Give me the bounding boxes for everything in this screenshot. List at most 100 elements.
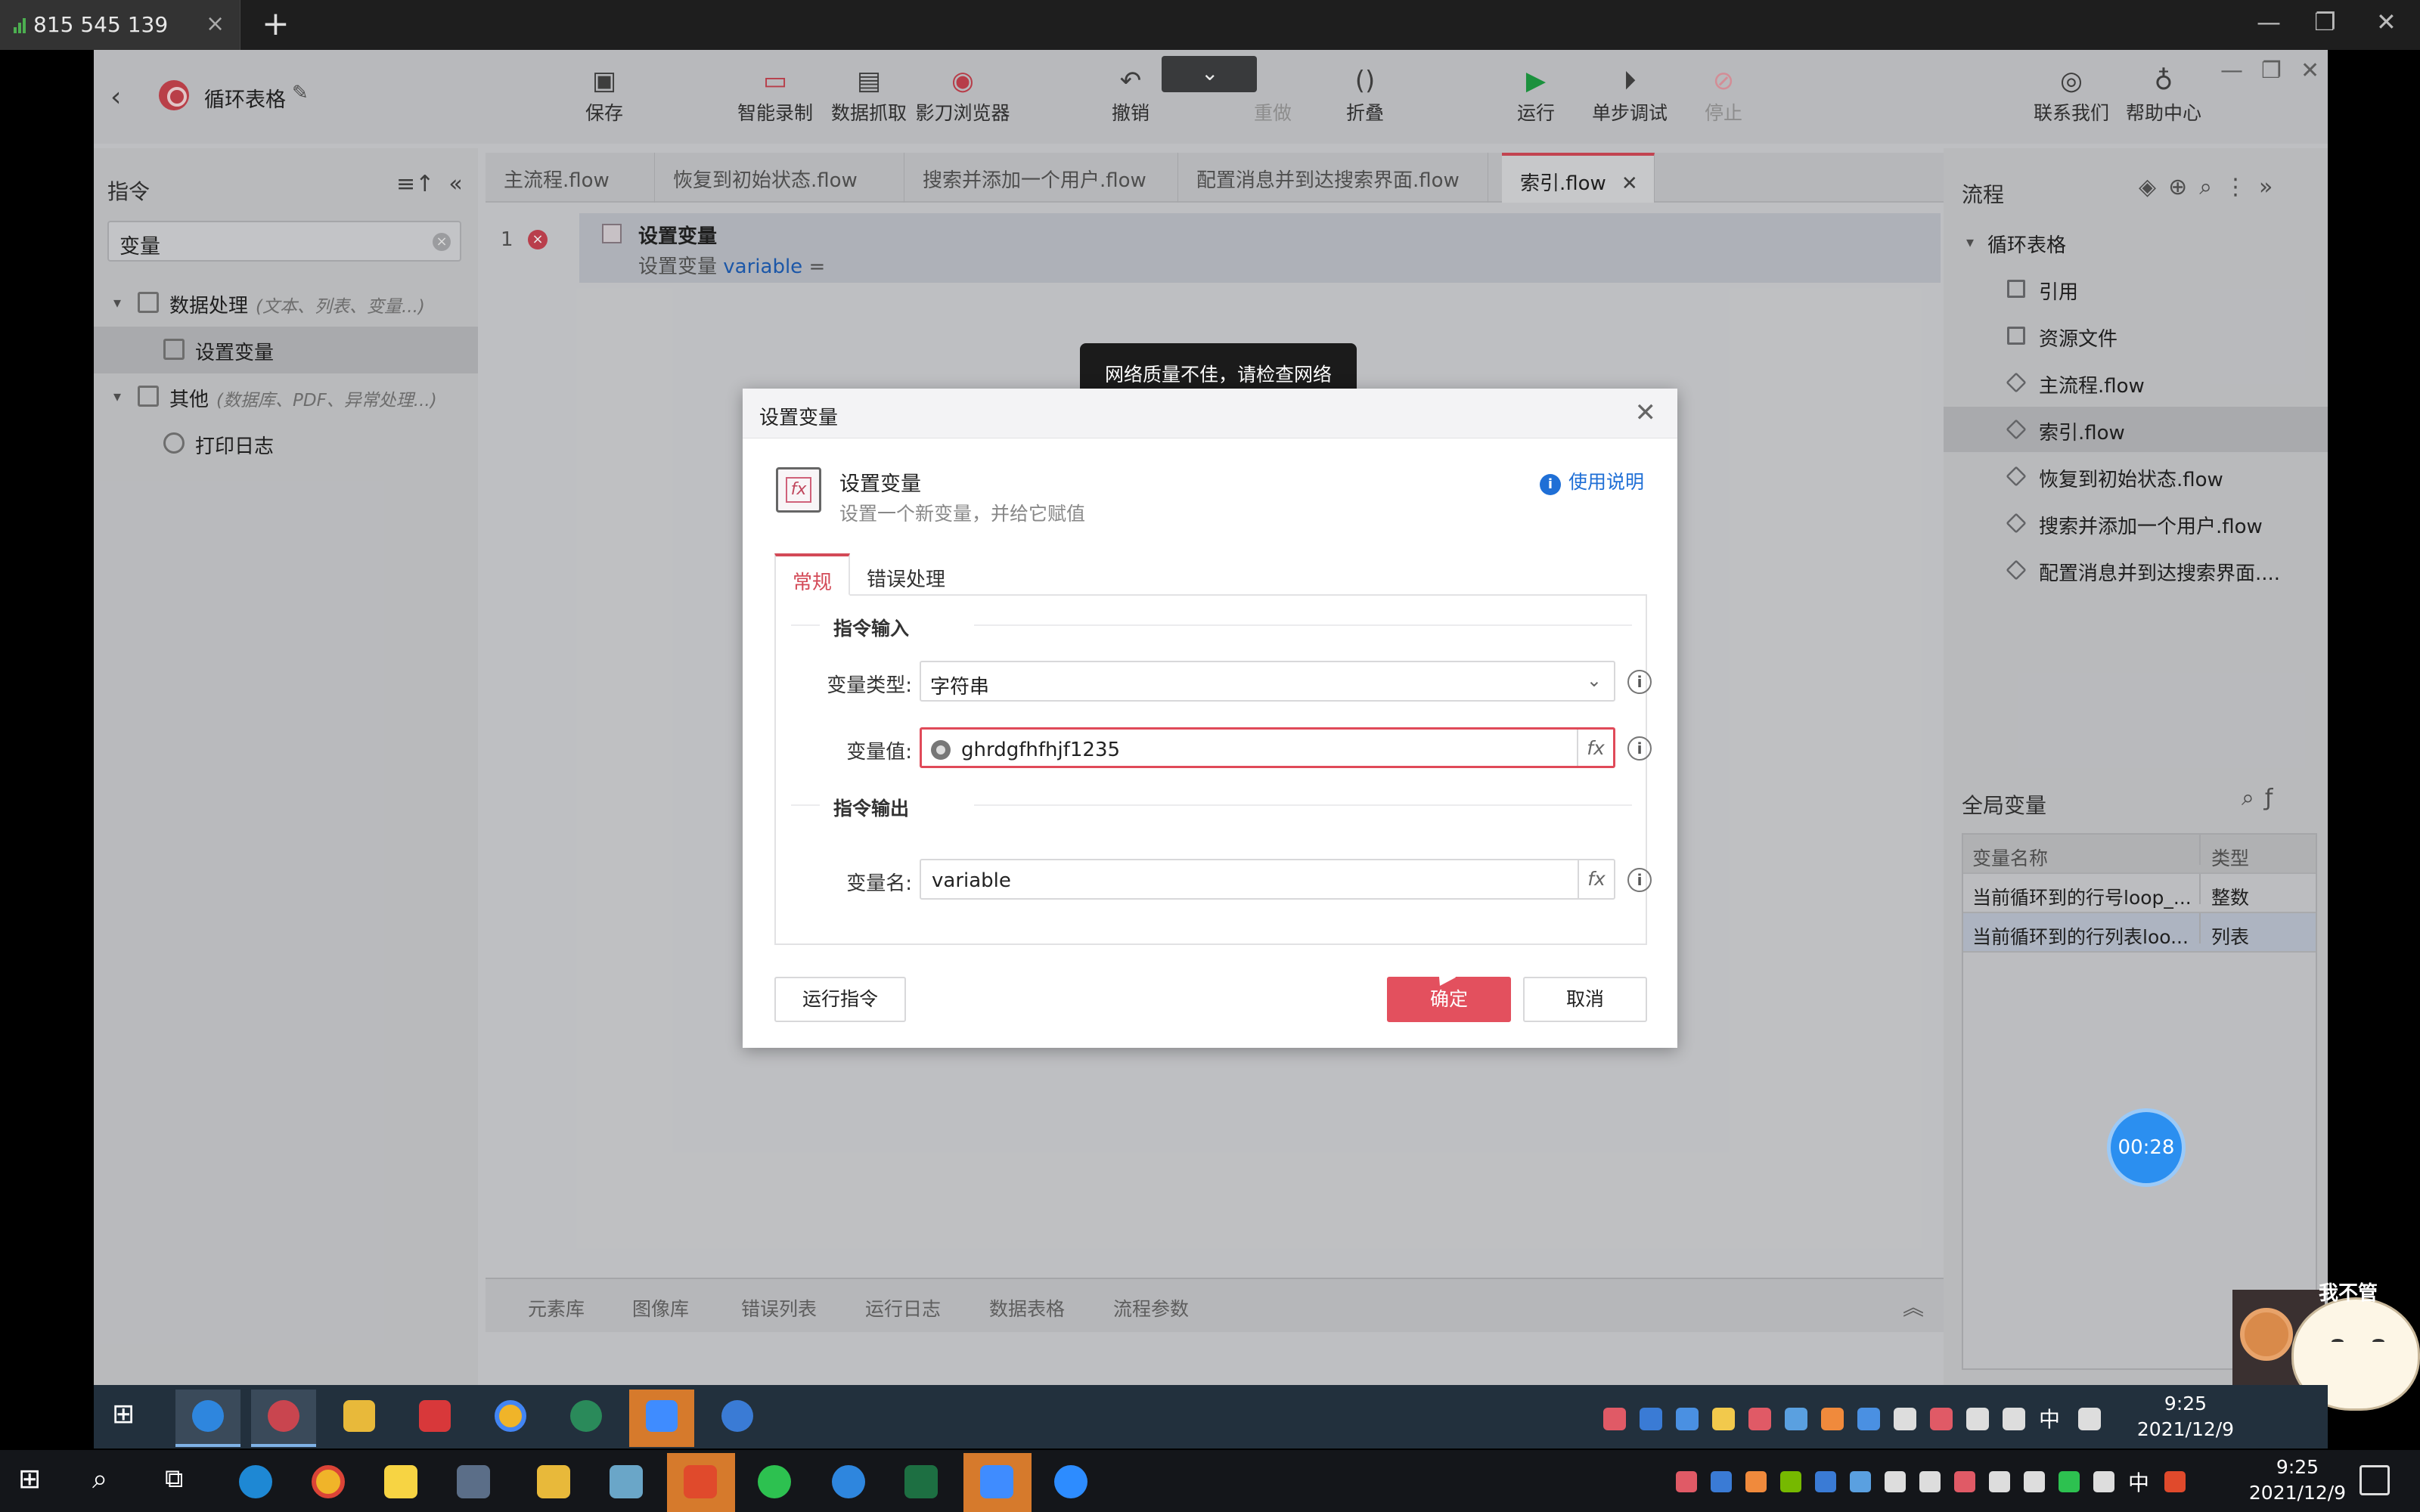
var-type-value: 字符串: [930, 676, 990, 699]
explorer-icon[interactable]: [327, 1390, 392, 1447]
tray-icon[interactable]: [1930, 1408, 1953, 1430]
fx-icon[interactable]: fx: [1577, 730, 1613, 766]
keyboard-icon[interactable]: [2078, 1408, 2101, 1430]
edge-icon[interactable]: [222, 1453, 290, 1512]
command-name: 设置变量: [839, 472, 921, 496]
var-name-label: 变量名:: [846, 872, 912, 895]
host-clock[interactable]: 9:25 2021/12/9: [2229, 1455, 2366, 1506]
var-value-label: 变量值:: [846, 741, 912, 764]
notes-app-icon[interactable]: [593, 1453, 661, 1512]
sogou-icon[interactable]: [705, 1390, 770, 1447]
var-name-info-icon[interactable]: i: [1627, 868, 1652, 892]
remote-clock[interactable]: 9:25 2021/12/9: [2118, 1391, 2254, 1442]
tray-icon[interactable]: [1857, 1408, 1880, 1430]
run-command-button[interactable]: 运行指令: [774, 977, 906, 1022]
window-minimize-icon[interactable]: —: [2257, 8, 2281, 36]
tray-icon[interactable]: [1603, 1408, 1626, 1430]
fx-icon[interactable]: fx: [1578, 860, 1614, 898]
tab-error-handling[interactable]: 错误处理: [850, 553, 962, 596]
windows-start-icon[interactable]: ⊞: [0, 1453, 68, 1512]
tray-icon[interactable]: [1815, 1471, 1836, 1492]
dialog-title: 设置变量: [759, 407, 839, 429]
browser-globe-icon[interactable]: [554, 1390, 619, 1447]
var-name-input[interactable]: variable fx: [920, 859, 1615, 900]
session-tab-title: 815 545 139: [33, 12, 169, 37]
wechat-icon[interactable]: [741, 1453, 809, 1512]
chrome-icon[interactable]: [478, 1390, 543, 1447]
tray-icon[interactable]: [1711, 1471, 1732, 1492]
var-value-info-icon[interactable]: i: [1627, 736, 1652, 761]
bluetooth-icon[interactable]: [1850, 1471, 1871, 1492]
dialog-tabs: 常规 错误处理: [774, 553, 1647, 596]
set-variable-dialog: 设置变量 ✕ fx 设置变量 设置一个新变量，并给它赋值 i 使用说明 常规 错误…: [743, 389, 1677, 1048]
var-type-label: 变量类型:: [827, 674, 912, 697]
signal-icon: [14, 17, 30, 33]
input-section-title: 指令输入: [833, 618, 910, 640]
divider: [791, 624, 820, 626]
session-tab[interactable]: 815 545 139 ×: [0, 0, 240, 50]
battery-icon[interactable]: [2024, 1471, 2045, 1492]
explorer-icon[interactable]: [520, 1453, 588, 1512]
display-icon[interactable]: [2003, 1408, 2025, 1430]
host-clock-date: 2021/12/9: [2248, 1482, 2347, 1504]
tray-icon[interactable]: [1785, 1408, 1807, 1430]
zoom-icon[interactable]: [1038, 1453, 1106, 1512]
excel-icon[interactable]: [888, 1453, 956, 1512]
feishu-icon[interactable]: [629, 1390, 694, 1447]
window-close-icon[interactable]: ✕: [2376, 8, 2397, 36]
usage-help-label: 使用说明: [1568, 471, 1644, 493]
tray-icon[interactable]: [1954, 1471, 1975, 1492]
flag-app-icon[interactable]: [667, 1453, 735, 1512]
feishu-icon[interactable]: [963, 1453, 1032, 1512]
wechat-tray-icon[interactable]: [2059, 1471, 2080, 1492]
microphone-icon[interactable]: [1919, 1471, 1941, 1492]
divider: [974, 624, 1632, 626]
task-view-icon[interactable]: ⧉: [145, 1453, 213, 1512]
tray-icon[interactable]: [1676, 1471, 1697, 1492]
sogou-ime-icon[interactable]: [2164, 1471, 2186, 1492]
nvidia-icon[interactable]: [1780, 1471, 1801, 1492]
notification-icon[interactable]: [2360, 1465, 2390, 1495]
search-app-icon[interactable]: [815, 1453, 883, 1512]
tab-general[interactable]: 常规: [774, 553, 851, 596]
var-value-input[interactable]: ghrdgfhfhjf1235 fx: [920, 727, 1615, 768]
new-tab-button[interactable]: +: [262, 5, 290, 43]
var-type-select[interactable]: 字符串 ⌄: [920, 661, 1615, 702]
session-tab-close-icon[interactable]: ×: [206, 11, 225, 37]
search-icon[interactable]: ⌕: [73, 1453, 141, 1512]
remote-taskbar: ⊞ 中 9:25 2021/12/9: [94, 1385, 2328, 1448]
tray-icon[interactable]: [1821, 1408, 1844, 1430]
cancel-button[interactable]: 取消: [1523, 977, 1647, 1022]
search-app-icon[interactable]: [175, 1390, 240, 1447]
sun-badge-icon: [2240, 1308, 2293, 1361]
output-section-title: 指令输出: [833, 798, 910, 820]
volume-icon[interactable]: [1966, 1408, 1989, 1430]
var-type-info-icon[interactable]: i: [1627, 670, 1652, 694]
tray-icon[interactable]: [1712, 1408, 1735, 1430]
sticky-notes-icon[interactable]: [368, 1453, 436, 1512]
confirm-button[interactable]: 确定: [1387, 977, 1511, 1022]
yingdao-app-icon[interactable]: [251, 1390, 316, 1447]
ime-indicator[interactable]: 中: [2039, 1403, 2060, 1433]
tray-icon[interactable]: [1640, 1408, 1662, 1430]
network-icon[interactable]: [1894, 1408, 1916, 1430]
var-name-text: variable: [932, 869, 1011, 892]
wifi-icon[interactable]: [2093, 1471, 2114, 1492]
windows-start-icon[interactable]: ⊞: [94, 1390, 159, 1447]
recording-timer[interactable]: 00:28: [2107, 1108, 2186, 1187]
calculator-icon[interactable]: [440, 1453, 508, 1512]
usage-help-link[interactable]: i 使用说明: [1539, 467, 1644, 495]
ime-indicator[interactable]: 中: [2128, 1467, 2149, 1497]
tray-icon[interactable]: [1745, 1471, 1767, 1492]
divider: [974, 804, 1632, 806]
security-icon[interactable]: [1885, 1471, 1906, 1492]
remote-clock-time: 9:25: [2164, 1393, 2207, 1414]
volume-icon[interactable]: [1989, 1471, 2010, 1492]
chrome-icon[interactable]: [295, 1453, 363, 1512]
window-restore-icon[interactable]: ❐: [2314, 8, 2336, 36]
dialog-close-icon[interactable]: ✕: [1635, 398, 1657, 428]
tray-icon[interactable]: [1748, 1408, 1771, 1430]
tray-icon[interactable]: [1676, 1408, 1699, 1430]
screen: 815 545 139 × + — ❐ ✕ ‹ 循环表格 ✎ ▣ 保存 ▭ 智能…: [0, 0, 2420, 1512]
wps-icon[interactable]: [402, 1390, 467, 1447]
